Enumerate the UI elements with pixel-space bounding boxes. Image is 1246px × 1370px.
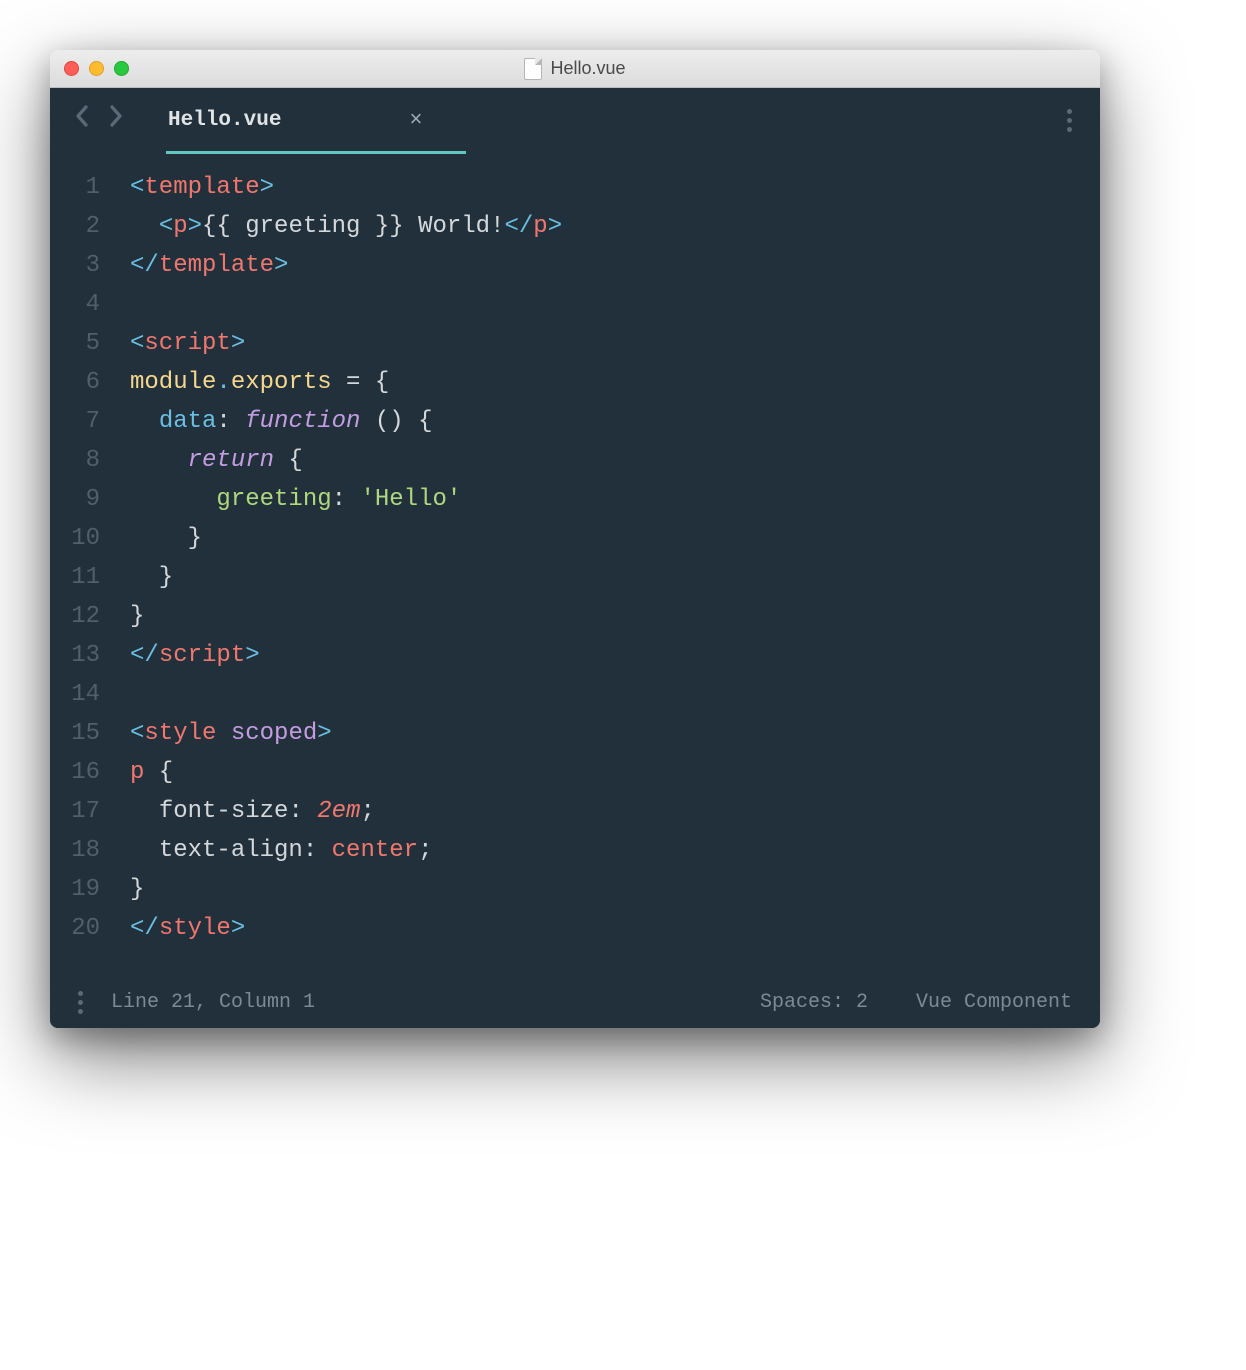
nav-forward-button[interactable]	[108, 104, 142, 136]
code-line[interactable]: return {	[130, 441, 1100, 480]
tab-underline	[166, 151, 466, 154]
code-line[interactable]	[130, 675, 1100, 714]
code-line[interactable]	[130, 285, 1100, 324]
line-number: 6	[50, 363, 100, 402]
line-number: 1	[50, 168, 100, 207]
status-indentation[interactable]: Spaces: 2	[760, 991, 868, 1014]
line-number: 9	[50, 480, 100, 519]
line-number: 13	[50, 636, 100, 675]
code-line[interactable]: </script>	[130, 636, 1100, 675]
line-number: 10	[50, 519, 100, 558]
line-number: 20	[50, 909, 100, 948]
line-number: 8	[50, 441, 100, 480]
code-line[interactable]: <template>	[130, 168, 1100, 207]
line-number: 16	[50, 753, 100, 792]
code-line[interactable]: <style scoped>	[130, 714, 1100, 753]
window-title: Hello.vue	[550, 58, 625, 79]
code-line[interactable]: </style>	[130, 909, 1100, 948]
code-line[interactable]: }	[130, 558, 1100, 597]
editor-window: Hello.vue Hello.vue × 123456789101112131…	[50, 50, 1100, 1028]
code-line[interactable]: </template>	[130, 246, 1100, 285]
code-line[interactable]: <p>{{ greeting }} World!</p>	[130, 207, 1100, 246]
toolbar-more-icon[interactable]	[1067, 109, 1072, 132]
line-number: 14	[50, 675, 100, 714]
status-cursor-position[interactable]: Line 21, Column 1	[111, 991, 315, 1014]
title-center: Hello.vue	[50, 58, 1100, 80]
titlebar[interactable]: Hello.vue	[50, 50, 1100, 88]
line-number: 17	[50, 792, 100, 831]
line-number: 7	[50, 402, 100, 441]
code-line[interactable]: }	[130, 519, 1100, 558]
editor-toolbar: Hello.vue ×	[50, 88, 1100, 152]
status-language[interactable]: Vue Component	[916, 991, 1072, 1014]
code-line[interactable]: <script>	[130, 324, 1100, 363]
close-window-button[interactable]	[64, 61, 79, 76]
code-line[interactable]: module.exports = {	[130, 363, 1100, 402]
traffic-lights	[50, 61, 129, 76]
tab-active[interactable]: Hello.vue ×	[166, 88, 431, 152]
tab-label: Hello.vue	[166, 109, 401, 132]
line-number: 4	[50, 285, 100, 324]
line-number: 5	[50, 324, 100, 363]
statusbar: Line 21, Column 1 Spaces: 2 Vue Componen…	[50, 976, 1100, 1028]
line-number: 19	[50, 870, 100, 909]
code-line[interactable]: }	[130, 597, 1100, 636]
tab-close-button[interactable]: ×	[401, 108, 430, 133]
editor-body: Hello.vue × 1234567891011121314151617181…	[50, 88, 1100, 1028]
line-number: 15	[50, 714, 100, 753]
status-more-icon[interactable]	[78, 991, 83, 1014]
code-line[interactable]: }	[130, 870, 1100, 909]
line-number: 11	[50, 558, 100, 597]
file-icon	[524, 58, 542, 80]
code-line[interactable]: greeting: 'Hello'	[130, 480, 1100, 519]
gutter: 1234567891011121314151617181920	[50, 168, 120, 948]
code-line[interactable]: text-align: center;	[130, 831, 1100, 870]
minimize-window-button[interactable]	[89, 61, 104, 76]
code-area[interactable]: 1234567891011121314151617181920 <templat…	[50, 152, 1100, 976]
line-number: 2	[50, 207, 100, 246]
nav-back-button[interactable]	[74, 104, 108, 136]
code-line[interactable]: data: function () {	[130, 402, 1100, 441]
code-content[interactable]: <template> <p>{{ greeting }} World!</p><…	[120, 168, 1100, 948]
code-line[interactable]: font-size: 2em;	[130, 792, 1100, 831]
line-number: 3	[50, 246, 100, 285]
maximize-window-button[interactable]	[114, 61, 129, 76]
code-line[interactable]: p {	[130, 753, 1100, 792]
line-number: 18	[50, 831, 100, 870]
line-number: 12	[50, 597, 100, 636]
